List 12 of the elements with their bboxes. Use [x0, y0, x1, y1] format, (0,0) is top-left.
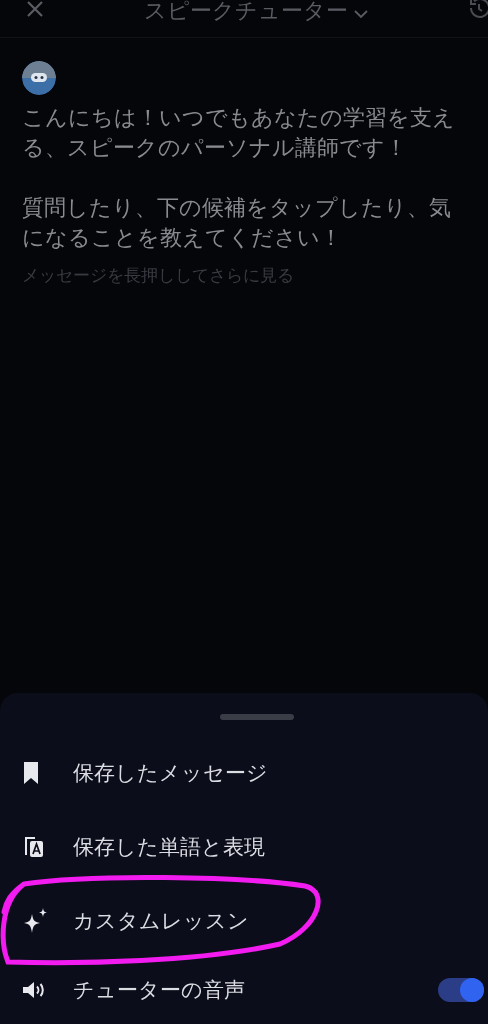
- drag-handle[interactable]: [220, 714, 294, 720]
- toggle-switch[interactable]: [438, 978, 484, 1002]
- menu-item[interactable]: チューターの音声: [73, 976, 438, 1004]
- tutor-avatar: [22, 61, 56, 95]
- message-text: こんにちは！いつでもあなたの学習を支える、スピークのパーソナル講師です！: [22, 104, 456, 162]
- menu-item[interactable]: 保存したメッセージ: [73, 759, 484, 787]
- bookmark-icon: [22, 761, 40, 785]
- menu-item[interactable]: 保存した単語と表現: [73, 833, 484, 861]
- message-text: 質問したり、下の候補をタップしたり、気になることを教えてください！: [22, 194, 452, 252]
- chevron-down-icon[interactable]: [354, 9, 368, 19]
- menu-item[interactable]: カスタムレッスン: [73, 907, 484, 935]
- letter-card-icon: [22, 835, 46, 859]
